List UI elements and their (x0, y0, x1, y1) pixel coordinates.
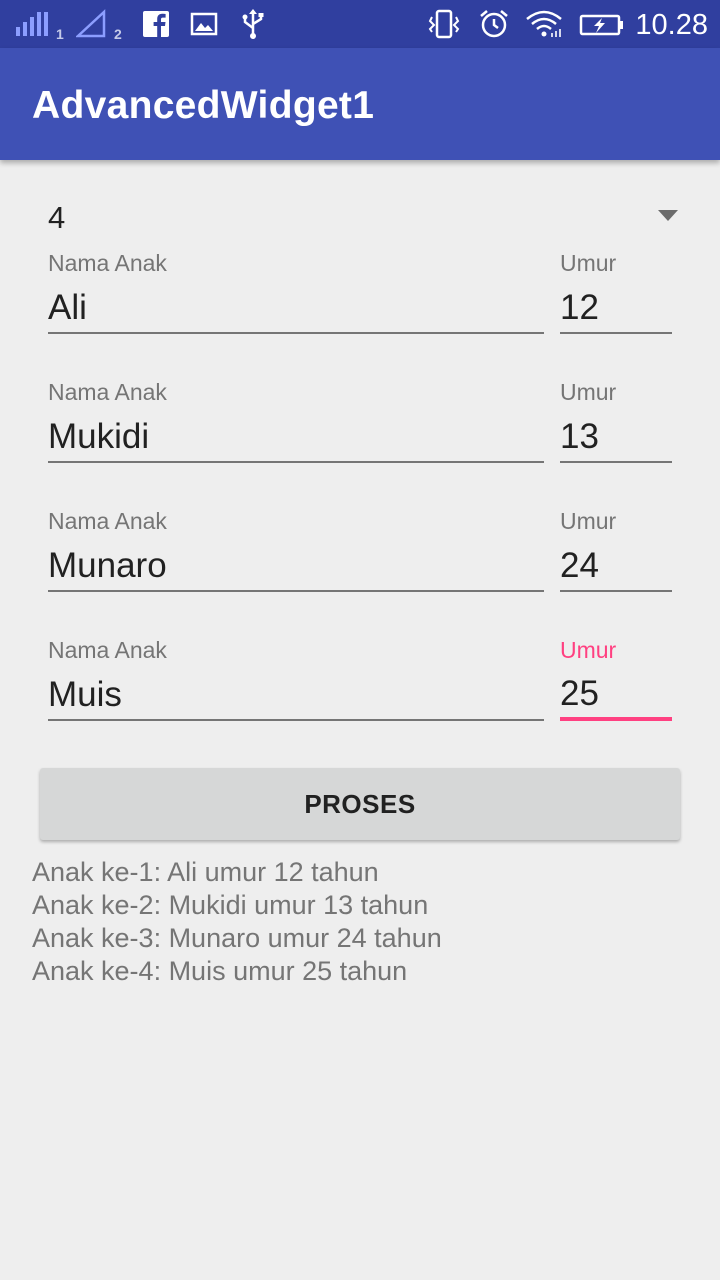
age-label: Umur (560, 637, 617, 663)
age-input[interactable] (560, 284, 672, 334)
clock: 10.28 (635, 9, 708, 41)
proses-button[interactable]: PROSES (40, 768, 680, 840)
spinner-value: 4 (48, 200, 66, 235)
age-label: Umur (560, 250, 617, 276)
app-bar: AdvancedWidget1 (0, 48, 720, 160)
age-input[interactable] (560, 413, 672, 463)
dropdown-arrow-icon (658, 210, 678, 221)
child-row: Nama Anak Umur (0, 508, 720, 637)
name-input[interactable] (48, 671, 544, 721)
battery-charging-icon (578, 0, 626, 48)
usb-icon (240, 0, 266, 48)
status-bar: 1 2 10.28 (0, 0, 720, 48)
app-title: AdvancedWidget1 (32, 84, 375, 127)
image-icon (190, 0, 218, 48)
vibrate-icon (426, 0, 462, 48)
wifi-icon (524, 0, 564, 48)
child-row: Nama Anak Umur (0, 637, 720, 766)
age-input[interactable] (560, 542, 672, 592)
name-input[interactable] (48, 284, 544, 334)
result-line: Anak ke-2: Mukidi umur 13 tahun (32, 890, 429, 920)
child-row: Nama Anak Umur (0, 250, 720, 379)
sim1-label: 1 (56, 26, 64, 42)
age-input[interactable] (560, 671, 672, 721)
name-label: Nama Anak (48, 250, 167, 276)
name-label: Nama Anak (48, 508, 167, 534)
name-input[interactable] (48, 542, 544, 592)
age-label: Umur (560, 379, 617, 405)
age-label: Umur (560, 508, 617, 534)
result-text: Anak ke-1: Ali umur 12 tahun Anak ke-2: … (32, 856, 692, 988)
name-input[interactable] (48, 413, 544, 463)
count-spinner[interactable]: 4 (40, 192, 688, 244)
signal-icon (76, 0, 108, 48)
sim2-label: 2 (114, 26, 122, 42)
child-row: Nama Anak Umur (0, 379, 720, 508)
result-line: Anak ke-4: Muis umur 25 tahun (32, 956, 408, 986)
result-line: Anak ke-1: Ali umur 12 tahun (32, 857, 379, 887)
alarm-icon (478, 0, 510, 48)
name-label: Nama Anak (48, 637, 167, 663)
facebook-icon (142, 0, 170, 48)
result-line: Anak ke-3: Munaro umur 24 tahun (32, 923, 442, 953)
signal-icon (14, 0, 50, 48)
name-label: Nama Anak (48, 379, 167, 405)
